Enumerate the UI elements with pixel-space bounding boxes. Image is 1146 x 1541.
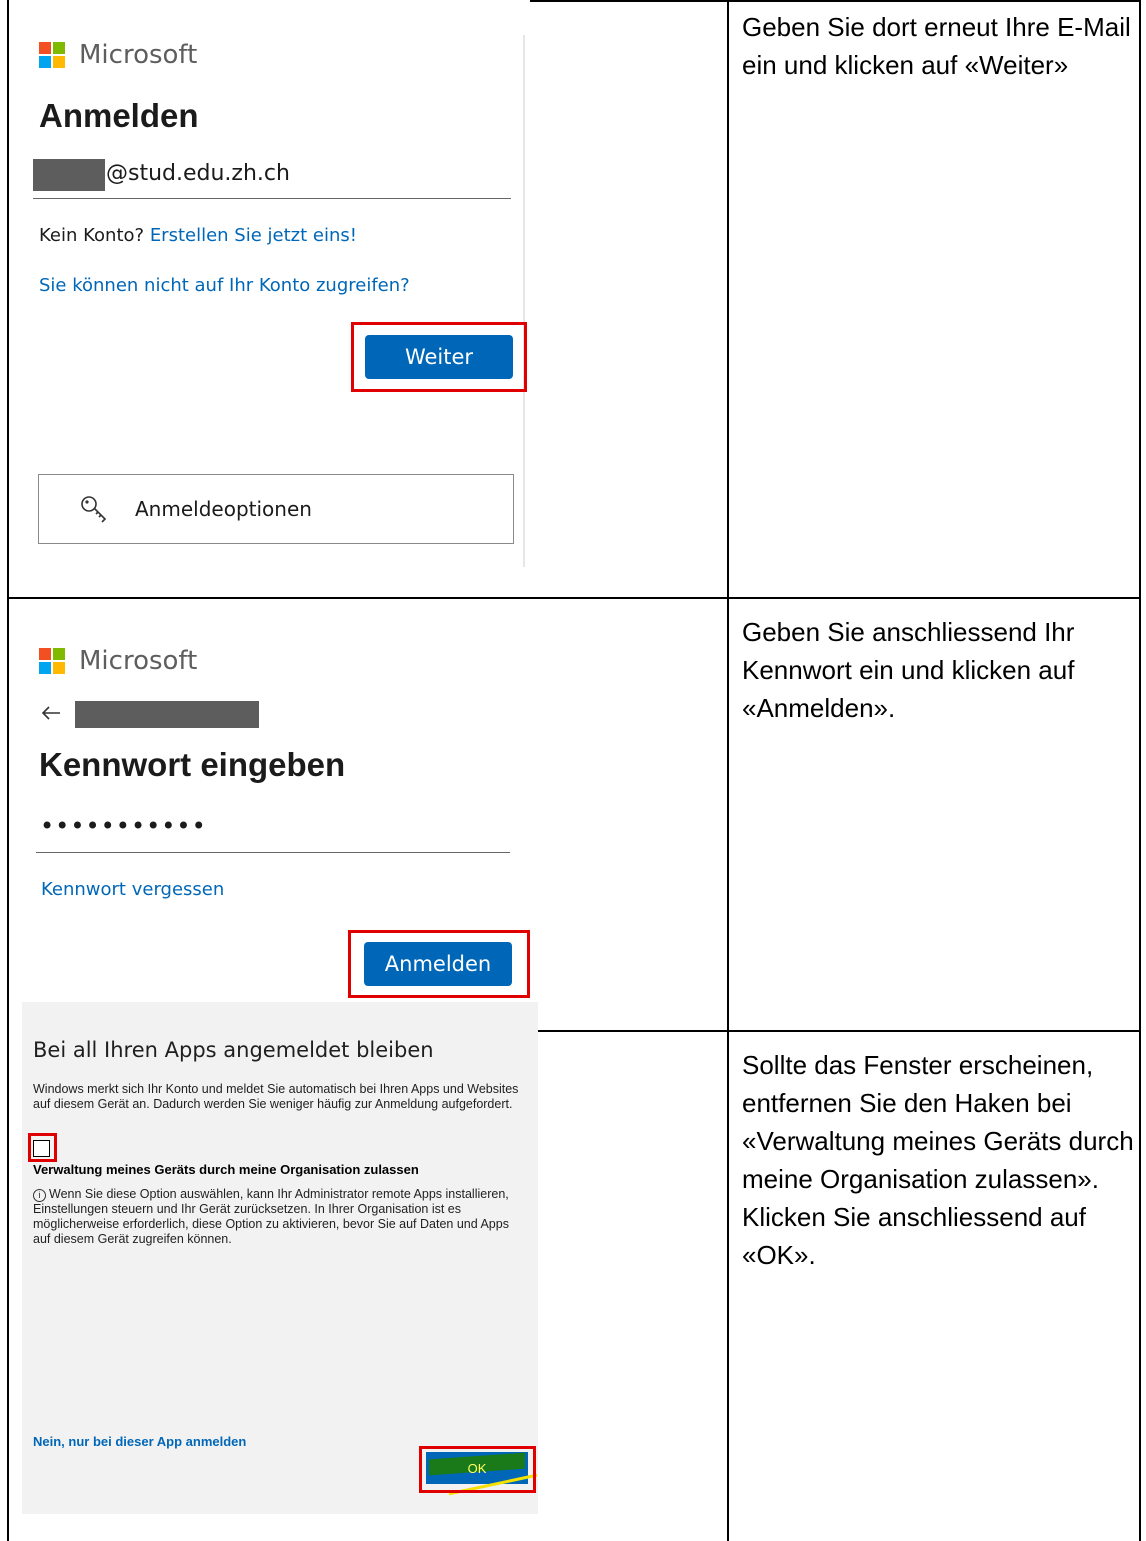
info-line-2: Einstellungen steuern und Ihr Gerät zurü…	[33, 1202, 462, 1216]
dialog-body-line-1: Windows merkt sich Ihr Konto und meldet …	[33, 1082, 519, 1096]
highlight-box-signin	[348, 930, 530, 998]
create-account-link[interactable]: Erstellen Sie jetzt eins!	[150, 225, 357, 246]
table-border-left	[7, 0, 9, 1541]
table-row-divider-1	[7, 597, 1141, 599]
microsoft-logo: Microsoft	[39, 40, 197, 70]
table-border-top	[530, 0, 1141, 2]
forgot-password-link[interactable]: Kennwort vergessen	[41, 879, 224, 900]
panel-edge	[523, 35, 525, 567]
info-line-3: möglicherweise erforderlich, diese Optio…	[33, 1217, 509, 1231]
highlight-box-checkbox	[28, 1133, 57, 1162]
windows-dialog: Bei all Ihren Apps angemeldet bleiben Wi…	[22, 1002, 538, 1514]
email-field[interactable]: @stud.edu.zh.ch	[33, 157, 511, 199]
email-suffix: @stud.edu.zh.ch	[106, 161, 290, 186]
microsoft-logo: Microsoft	[39, 646, 197, 676]
info-line-1: Wenn Sie diese Option auswählen, kann Ih…	[49, 1187, 509, 1201]
step3-description: Sollte das Fenster erscheinen, entfernen…	[742, 1046, 1137, 1274]
app-only-signin-link[interactable]: Nein, nur bei dieser App anmelden	[33, 1434, 246, 1449]
dialog-title: Bei all Ihren Apps angemeldet bleiben	[33, 1038, 434, 1062]
table-column-divider	[727, 0, 729, 1541]
microsoft-logo-icon	[39, 648, 65, 674]
step1-description-text: Geben Sie dort erneut Ihre E-Mail ein un…	[742, 12, 1131, 80]
page-title: Anmelden	[39, 97, 199, 134]
table-border-right	[1139, 0, 1141, 1541]
step1-description: Geben Sie dort erneut Ihre E-Mail ein un…	[742, 8, 1137, 84]
password-field[interactable]: •••••••••••	[36, 808, 510, 853]
redacted-email	[75, 701, 259, 728]
table-row-divider-2	[530, 1030, 1141, 1032]
back-arrow-icon[interactable]	[40, 703, 62, 723]
highlight-box-ok	[419, 1446, 536, 1493]
redacted-username	[33, 159, 105, 191]
page-title: Kennwort eingeben	[39, 746, 346, 783]
info-text: i Wenn Sie diese Option auswählen, kann I…	[33, 1187, 538, 1247]
checkbox-label: Verwaltung meines Geräts durch meine Org…	[33, 1162, 419, 1177]
step3-description-text: Sollte das Fenster erscheinen, entfernen…	[742, 1050, 1134, 1270]
password-mask: •••••••••••	[40, 812, 207, 840]
info-icon: i	[33, 1189, 46, 1202]
step2-description: Geben Sie anschliessend Ihr Kennwort ein…	[742, 613, 1137, 727]
info-line-4: auf diesem Gerät zugreifen können.	[33, 1232, 232, 1246]
dialog-body-line-2: auf diesem Gerät an. Dadurch werden Sie …	[33, 1097, 513, 1111]
microsoft-logo-icon	[39, 42, 65, 68]
logo-text: Microsoft	[79, 40, 198, 70]
cant-access-link[interactable]: Sie können nicht auf Ihr Konto zugreifen…	[39, 275, 410, 296]
signin-options-label: Anmeldeoptionen	[135, 497, 312, 521]
no-account-row: Kein Konto? Erstellen Sie jetzt eins!	[39, 225, 357, 246]
signin-options-button[interactable]: Anmeldeoptionen	[38, 474, 514, 544]
highlight-box-next	[351, 322, 527, 392]
key-icon	[79, 494, 109, 524]
step2-description-text: Geben Sie anschliessend Ihr Kennwort ein…	[742, 617, 1075, 723]
dialog-body: Windows merkt sich Ihr Konto und meldet …	[33, 1082, 533, 1112]
no-account-text: Kein Konto?	[39, 225, 145, 246]
logo-text: Microsoft	[79, 646, 198, 676]
instruction-table: Microsoft Anmelden @stud.edu.zh.ch Kein …	[0, 0, 1146, 1541]
